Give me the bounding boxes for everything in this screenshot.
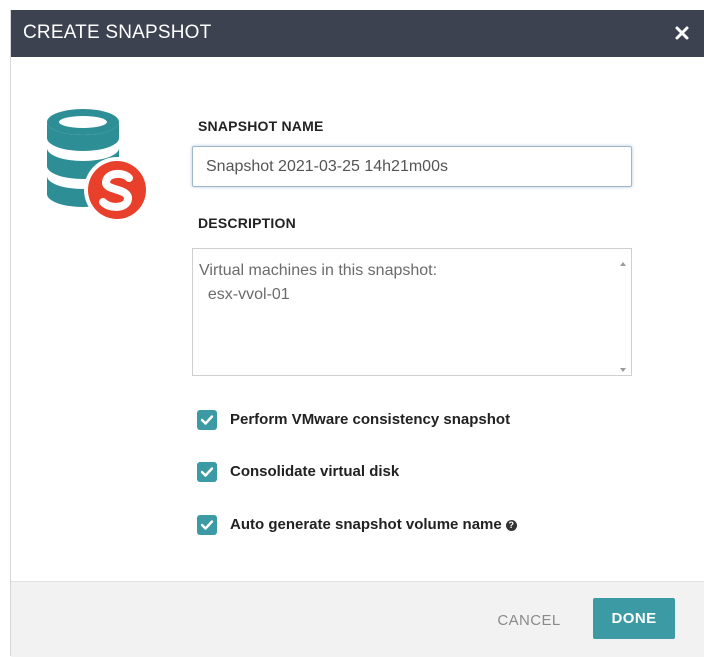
snapshot-database-icon — [45, 108, 155, 228]
scroll-down-icon[interactable] — [619, 361, 627, 372]
checkbox-checked[interactable] — [197, 462, 217, 482]
dialog-titlebar: CREATE SNAPSHOT — [11, 10, 704, 57]
option-label: Consolidate virtual disk — [230, 463, 400, 480]
description-textarea[interactable]: Virtual machines in this snapshot: esx-v… — [192, 248, 632, 376]
checkbox-checked[interactable] — [197, 410, 217, 430]
checkbox-checked[interactable] — [197, 515, 217, 535]
dialog-footer: CANCEL DONE — [11, 581, 704, 657]
help-icon[interactable]: ? — [505, 520, 517, 531]
snapshot-name-input[interactable] — [192, 146, 632, 187]
option-label-text: Auto generate snapshot volume name — [230, 516, 502, 533]
dialog-title: CREATE SNAPSHOT — [23, 22, 212, 43]
close-icon[interactable] — [669, 20, 695, 46]
scroll-up-icon[interactable] — [619, 255, 627, 266]
snapshot-name-label: SNAPSHOT NAME — [198, 118, 324, 134]
option-label: Auto generate snapshot volume name? — [230, 516, 517, 533]
create-snapshot-dialog: CREATE SNAPSHOT SNAPSHOT NAME DESCRIPTIO… — [10, 10, 704, 657]
done-button[interactable]: DONE — [593, 598, 675, 639]
cancel-button[interactable]: CANCEL — [489, 604, 569, 636]
option-label: Perform VMware consistency snapshot — [230, 411, 511, 428]
description-text: Virtual machines in this snapshot: esx-v… — [199, 262, 438, 303]
description-label: DESCRIPTION — [198, 215, 296, 231]
